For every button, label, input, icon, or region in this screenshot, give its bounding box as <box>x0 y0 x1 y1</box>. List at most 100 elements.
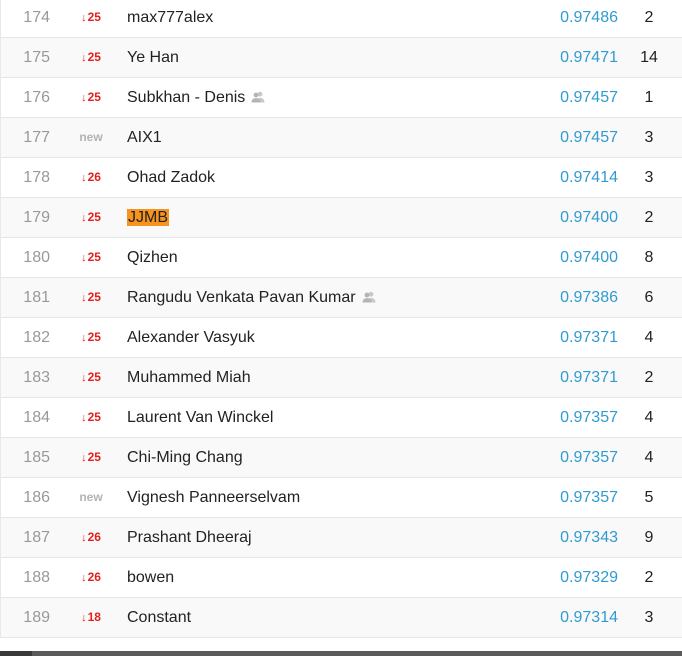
scrollbar-thumb[interactable] <box>0 651 32 656</box>
rank-change-value: 25 <box>87 450 101 464</box>
team-name-text[interactable]: Laurent Van Winckel <box>127 409 273 426</box>
team-name-text[interactable]: JJMB <box>127 209 169 226</box>
leaderboard-row[interactable]: 179 ↓25 JJMB 0.97400 2 <box>0 198 682 238</box>
team-name[interactable]: AIX1 <box>127 118 162 157</box>
entries-count: 3 <box>644 129 654 146</box>
team-name[interactable]: Vignesh Panneerselvam <box>127 478 300 517</box>
team-name-text[interactable]: Alexander Vasyuk <box>127 329 255 346</box>
down-arrow-icon: ↓ <box>81 372 87 384</box>
leaderboard-row[interactable]: 177 new AIX1 0.97457 3 <box>0 118 682 158</box>
rank: 182 <box>23 329 50 346</box>
score: 0.97457 <box>560 89 618 106</box>
leaderboard-row[interactable]: 180 ↓25 Qizhen 0.97400 8 <box>0 238 682 278</box>
team-name[interactable]: Chi-Ming Chang <box>127 438 243 477</box>
rank-change: ↓25 <box>61 438 121 477</box>
rank: 174 <box>23 9 50 26</box>
team-name-text[interactable]: Rangudu Venkata Pavan Kumar <box>127 289 356 306</box>
score: 0.97371 <box>560 369 618 386</box>
score: 0.97400 <box>560 249 618 266</box>
rank-change: ↓25 <box>61 38 121 77</box>
rank-change: new <box>61 478 121 517</box>
rank-change: ↓25 <box>61 78 121 117</box>
entries-count: 2 <box>644 209 654 226</box>
down-arrow-icon: ↓ <box>81 332 87 344</box>
leaderboard-row[interactable]: 176 ↓25 Subkhan - Denis 0.97457 1 <box>0 78 682 118</box>
team-name[interactable]: Ohad Zadok <box>127 158 215 197</box>
rank-change: ↓25 <box>61 198 121 237</box>
team-name[interactable]: Ye Han <box>127 38 179 77</box>
rank-change-value: 25 <box>87 10 101 24</box>
rank: 175 <box>23 49 50 66</box>
team-name-text[interactable]: Subkhan - Denis <box>127 89 245 106</box>
rank: 178 <box>23 169 50 186</box>
team-name-text[interactable]: Vignesh Panneerselvam <box>127 489 300 506</box>
team-name-text[interactable]: max777alex <box>127 9 213 26</box>
leaderboard-row[interactable]: 175 ↓25 Ye Han 0.97471 14 <box>0 38 682 78</box>
entries-count: 1 <box>644 89 654 106</box>
team-name-text[interactable]: Ye Han <box>127 49 179 66</box>
rank: 188 <box>23 569 50 586</box>
entries-count: 4 <box>644 409 654 426</box>
rank-change: ↓26 <box>61 518 121 557</box>
team-name[interactable]: Rangudu Venkata Pavan Kumar <box>127 278 376 317</box>
leaderboard-row[interactable]: 183 ↓25 Muhammed Miah 0.97371 2 <box>0 358 682 398</box>
entries-count: 14 <box>640 49 658 66</box>
leaderboard-row[interactable]: 181 ↓25 Rangudu Venkata Pavan Kumar 0.97… <box>0 278 682 318</box>
team-name-text[interactable]: Prashant Dheeraj <box>127 529 252 546</box>
down-arrow-icon: ↓ <box>81 12 87 24</box>
score: 0.97386 <box>560 289 618 306</box>
leaderboard-row[interactable]: 185 ↓25 Chi-Ming Chang 0.97357 4 <box>0 438 682 478</box>
score: 0.97357 <box>560 409 618 426</box>
team-name[interactable]: Qizhen <box>127 238 178 277</box>
down-arrow-icon: ↓ <box>81 292 87 304</box>
score: 0.97329 <box>560 569 618 586</box>
down-arrow-icon: ↓ <box>81 52 87 64</box>
rank-change: ↓25 <box>61 278 121 317</box>
team-name[interactable]: Prashant Dheeraj <box>127 518 252 557</box>
team-name[interactable]: bowen <box>127 558 174 597</box>
rank: 186 <box>23 489 50 506</box>
rank-change: ↓25 <box>61 398 121 437</box>
leaderboard-row[interactable]: 186 new Vignesh Panneerselvam 0.97357 5 <box>0 478 682 518</box>
team-name-text[interactable]: bowen <box>127 569 174 586</box>
team-name[interactable]: Subkhan - Denis <box>127 78 265 117</box>
team-name[interactable]: max777alex <box>127 0 213 37</box>
entries-count: 8 <box>644 249 654 266</box>
new-badge: new <box>79 490 103 504</box>
leaderboard-row[interactable]: 188 ↓26 bowen 0.97329 2 <box>0 558 682 598</box>
team-name-text[interactable]: Constant <box>127 609 191 626</box>
rank-change-value: 26 <box>87 170 101 184</box>
team-name[interactable]: Muhammed Miah <box>127 358 251 397</box>
down-arrow-icon: ↓ <box>81 212 87 224</box>
horizontal-scrollbar[interactable] <box>0 651 682 656</box>
leaderboard-row[interactable]: 174 ↓25 max777alex 0.97486 2 <box>0 0 682 38</box>
score: 0.97471 <box>560 49 618 66</box>
team-name[interactable]: Alexander Vasyuk <box>127 318 255 357</box>
leaderboard-row[interactable]: 189 ↓18 Constant 0.97314 3 <box>0 598 682 638</box>
entries-count: 3 <box>644 609 654 626</box>
rank-change: new <box>61 118 121 157</box>
rank: 181 <box>23 289 50 306</box>
rank: 185 <box>23 449 50 466</box>
entries-count: 4 <box>644 329 654 346</box>
leaderboard-row[interactable]: 187 ↓26 Prashant Dheeraj 0.97343 9 <box>0 518 682 558</box>
entries-count: 9 <box>644 529 654 546</box>
team-name[interactable]: Constant <box>127 598 191 637</box>
team-name-text[interactable]: Qizhen <box>127 249 178 266</box>
rank: 176 <box>23 89 50 106</box>
leaderboard-row[interactable]: 178 ↓26 Ohad Zadok 0.97414 3 <box>0 158 682 198</box>
team-name[interactable]: Laurent Van Winckel <box>127 398 273 437</box>
team-name[interactable]: JJMB <box>127 198 169 237</box>
team-name-text[interactable]: Chi-Ming Chang <box>127 449 243 466</box>
rank-change: ↓25 <box>61 0 121 37</box>
score: 0.97371 <box>560 329 618 346</box>
team-members-icon <box>251 91 265 103</box>
score: 0.97314 <box>560 609 618 626</box>
team-name-text[interactable]: AIX1 <box>127 129 162 146</box>
down-arrow-icon: ↓ <box>81 172 87 184</box>
team-name-text[interactable]: Ohad Zadok <box>127 169 215 186</box>
leaderboard-row[interactable]: 182 ↓25 Alexander Vasyuk 0.97371 4 <box>0 318 682 358</box>
team-name-text[interactable]: Muhammed Miah <box>127 369 251 386</box>
leaderboard-row[interactable]: 184 ↓25 Laurent Van Winckel 0.97357 4 <box>0 398 682 438</box>
down-arrow-icon: ↓ <box>81 452 87 464</box>
